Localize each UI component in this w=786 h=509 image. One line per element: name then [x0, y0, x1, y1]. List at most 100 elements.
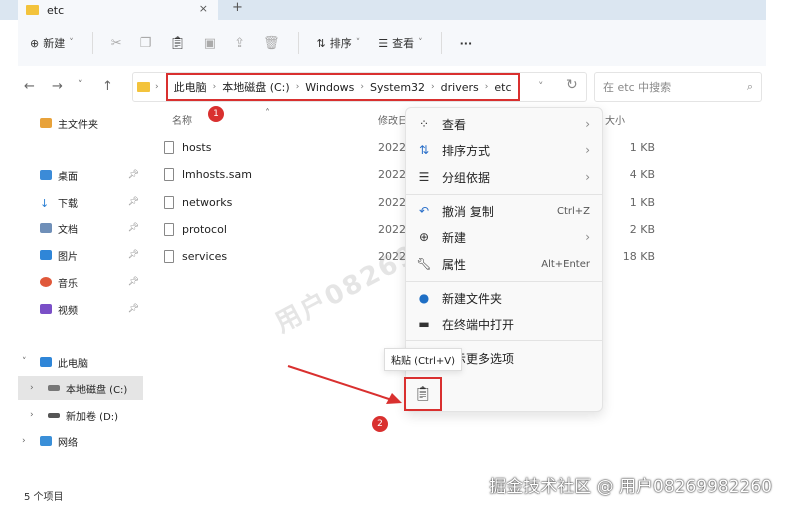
expanded-chevron-icon[interactable]: ˅: [22, 357, 27, 367]
sidebar-item-documents[interactable]: 文档 📌︎: [18, 216, 143, 240]
menu-item-terminal[interactable]: ▬ 在终端中打开: [406, 311, 602, 337]
crumb-system32[interactable]: System32: [370, 81, 425, 94]
cut-icon[interactable]: ✂: [111, 36, 122, 51]
share-icon[interactable]: ⇪: [234, 36, 245, 51]
terminal-icon: ▬: [418, 317, 430, 331]
download-icon: ↓: [40, 197, 50, 210]
command-bar: ⊕ 新建 ˅ ✂ ❐ 📋︎ ▣ ⇪ 🗑︎ ⇅ 排序 ˅ ☰ 查看 ˅ ···: [18, 20, 766, 66]
column-header-name[interactable]: 名称: [172, 112, 192, 127]
copy-icon[interactable]: ❐: [140, 36, 152, 51]
tab-etc[interactable]: etc ×: [18, 0, 218, 20]
file-size: 1 KB: [629, 140, 655, 154]
sidebar-item-c-drive[interactable]: › 本地磁盘 (C:): [18, 376, 143, 400]
close-tab-button[interactable]: ×: [199, 2, 208, 15]
file-size: 4 KB: [629, 167, 655, 181]
label: 文档: [58, 224, 78, 236]
up-icon[interactable]: ↑: [102, 79, 113, 94]
file-name: services: [182, 249, 228, 263]
document-icon: [40, 223, 52, 233]
sidebar-item-downloads[interactable]: ↓ 下载 📌︎: [18, 190, 143, 214]
pc-icon: [40, 357, 52, 367]
crumb-c-drive[interactable]: 本地磁盘 (C:): [222, 79, 289, 95]
collapsed-chevron-icon[interactable]: ›: [22, 436, 26, 446]
more-button[interactable]: ···: [460, 37, 473, 50]
collapsed-chevron-icon[interactable]: ›: [30, 383, 34, 393]
sort-icon: ⇅: [316, 36, 326, 50]
file-icon: [164, 222, 174, 236]
sidebar-item-network[interactable]: › 网络: [18, 429, 143, 453]
paste-icon: 📋︎: [414, 386, 432, 402]
address-dropdown-icon[interactable]: ˅: [538, 80, 544, 93]
sidebar-item-home[interactable]: 主文件夹: [18, 111, 143, 135]
address-bar[interactable]: › 此电脑 › 本地磁盘 (C:) › Windows › System32 › dri…: [132, 72, 587, 102]
grid-icon: ⁘: [418, 117, 430, 131]
collapsed-chevron-icon[interactable]: ›: [30, 410, 34, 420]
search-input[interactable]: 在 etc 中搜索 ⌕: [594, 72, 762, 102]
shortcut: Ctrl+Z: [556, 205, 590, 217]
label: 主文件夹: [58, 119, 98, 131]
sidebar-item-videos[interactable]: 视频 📌︎: [18, 297, 143, 321]
menu-item-new[interactable]: ⊕ 新建 ›: [406, 224, 602, 250]
desktop-icon: [40, 170, 52, 180]
label: 撤消 复制: [442, 204, 494, 219]
sidebar-item-this-pc[interactable]: ˅ 此电脑: [18, 350, 143, 374]
menu-item-properties[interactable]: 🔧︎ 属性 Alt+Enter: [406, 251, 602, 277]
new-button[interactable]: ⊕ 新建 ˅: [30, 35, 74, 51]
paste-icon[interactable]: 📋︎: [169, 36, 186, 51]
crumb-windows[interactable]: Windows: [305, 81, 354, 94]
network-icon: [40, 436, 52, 446]
pin-icon[interactable]: 📌︎: [128, 304, 139, 314]
folder-icon: [26, 5, 39, 15]
navigation-pane: 主文件夹 桌面 📌︎ ↓ 下载 📌︎ 文档 📌︎ 图片 📌︎ 音乐 📌︎ 视频 📌︎ ˅ 此电脑…: [18, 108, 148, 478]
back-icon[interactable]: ←: [24, 79, 35, 94]
menu-item-new-folder[interactable]: ● 新建文件夹: [406, 285, 602, 311]
file-icon: [164, 249, 174, 263]
view-button[interactable]: ☰ 查看 ˅: [378, 35, 422, 51]
plus-circle-icon: ⊕: [418, 230, 430, 244]
crumb-etc[interactable]: etc: [494, 81, 511, 94]
label: 本地磁盘 (C:): [66, 384, 128, 396]
label: 分组依据: [442, 170, 491, 185]
label: 网络: [58, 437, 78, 449]
menu-item-view[interactable]: ⁘ 查看 ›: [406, 111, 602, 137]
forward-icon[interactable]: →: [52, 79, 63, 94]
pictures-icon: [40, 250, 52, 260]
pin-icon[interactable]: 📌︎: [128, 197, 139, 207]
step-badge-1: 1: [208, 106, 224, 122]
pin-icon[interactable]: 📌︎: [128, 277, 139, 287]
sidebar-item-d-drive[interactable]: › 新加卷 (D:): [18, 403, 143, 427]
menu-item-sort[interactable]: ⇅ 排序方式 ›: [406, 137, 602, 163]
pin-icon[interactable]: 📌︎: [128, 250, 139, 260]
sort-label: 排序: [329, 37, 352, 50]
tab-title: etc: [47, 3, 65, 17]
new-label: 新建: [43, 37, 66, 50]
column-header-size[interactable]: 大小: [605, 112, 625, 127]
sidebar-item-music[interactable]: 音乐 📌︎: [18, 270, 143, 294]
drive-icon: [48, 385, 60, 391]
crumb-drivers[interactable]: drivers: [441, 81, 479, 94]
new-tab-button[interactable]: +: [232, 0, 243, 15]
rename-icon[interactable]: ▣: [204, 36, 216, 51]
label: 此电脑: [58, 358, 88, 370]
divider: [406, 281, 602, 282]
pin-icon[interactable]: 📌︎: [128, 170, 139, 180]
crumb-this-pc[interactable]: 此电脑: [174, 79, 207, 95]
pin-icon[interactable]: 📌︎: [128, 223, 139, 233]
video-icon: [40, 304, 52, 314]
chevron-right-icon: ›: [585, 230, 590, 244]
music-icon: [40, 277, 52, 287]
refresh-icon[interactable]: ↻: [566, 77, 578, 93]
sort-button[interactable]: ⇅ 排序 ˅: [317, 35, 361, 51]
recent-chevron-icon[interactable]: ˅: [78, 80, 83, 90]
delete-icon[interactable]: 🗑︎: [263, 36, 280, 51]
folder-icon: [137, 82, 150, 92]
menu-item-group[interactable]: ☰ 分组依据 ›: [406, 164, 602, 190]
sidebar-item-desktop[interactable]: 桌面 📌︎: [18, 163, 143, 187]
column-header-modified[interactable]: 修改日: [378, 112, 408, 127]
label: 下载: [58, 198, 78, 210]
sidebar-item-pictures[interactable]: 图片 📌︎: [18, 243, 143, 267]
label: 在终端中打开: [442, 317, 515, 332]
drive-icon: [48, 412, 60, 418]
watermark: 掘金技术社区 @ 用户08269982260: [489, 477, 772, 497]
menu-item-undo[interactable]: ↶ 撤消 复制 Ctrl+Z: [406, 198, 602, 224]
